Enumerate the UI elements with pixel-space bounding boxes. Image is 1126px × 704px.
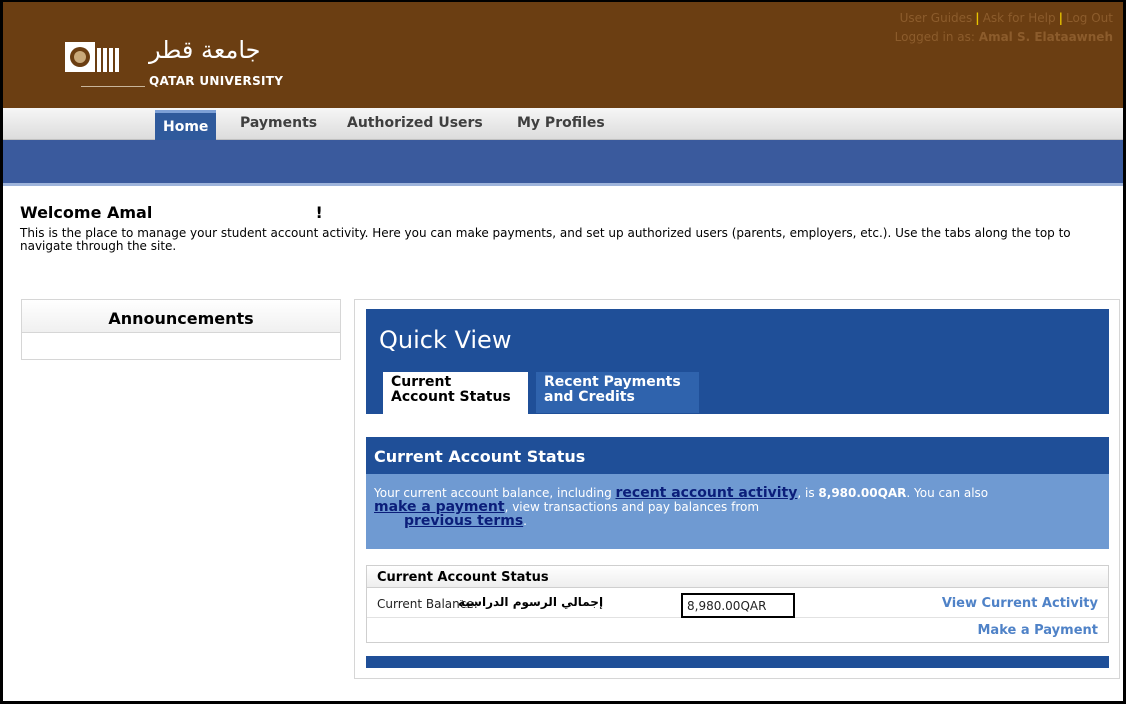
logged-in-user: Amal S. Elataawneh bbox=[978, 30, 1113, 44]
logo-english-text: QATAR UNIVERSITY bbox=[149, 74, 284, 88]
tab-label-line: Current bbox=[391, 374, 452, 390]
announcements-title: Announcements bbox=[22, 300, 340, 333]
quick-view-title: Quick View bbox=[379, 326, 512, 354]
current-balance-arabic: إجمالي الرسوم الدراسية bbox=[458, 595, 604, 609]
message-text: . bbox=[523, 514, 527, 528]
status-table: Current Account Status Current Balance: … bbox=[366, 565, 1109, 643]
tab-current-account-status[interactable]: Current Account Status bbox=[383, 372, 528, 414]
current-balance-value: 8,980.00QAR bbox=[681, 593, 795, 618]
quick-view-header: Quick View Current Account Status Recent… bbox=[366, 309, 1109, 414]
masked-name bbox=[157, 205, 310, 222]
tab-label-line: Account Status bbox=[391, 389, 511, 405]
tab-my-profiles[interactable]: My Profiles bbox=[517, 115, 605, 131]
separator: | bbox=[975, 11, 980, 25]
make-a-payment-link[interactable]: Make a Payment bbox=[977, 623, 1098, 638]
account-status-section: Current Account Status Your current acco… bbox=[366, 437, 1109, 549]
logo-arabic-text: جامعة قطر bbox=[149, 36, 261, 64]
sub-nav-bar bbox=[3, 140, 1123, 186]
log-out-link[interactable]: Log Out bbox=[1066, 11, 1113, 25]
university-emblem-icon bbox=[65, 42, 119, 72]
tab-home[interactable]: Home bbox=[155, 110, 217, 140]
previous-terms-link[interactable]: previous terms bbox=[404, 513, 523, 529]
welcome-greeting: Welcome Amal bbox=[20, 203, 153, 222]
balance-amount: 8,980.00QAR bbox=[818, 486, 907, 500]
tab-payments[interactable]: Payments bbox=[240, 115, 317, 131]
announcements-panel: Announcements bbox=[21, 299, 341, 360]
table-row: Current Balance: إجمالي الرسوم الدراسية … bbox=[367, 589, 1108, 618]
logged-in-label: Logged in as: bbox=[894, 30, 975, 44]
indent: previous terms. bbox=[374, 514, 527, 528]
welcome-exclaim: ! bbox=[315, 203, 323, 222]
user-guides-link[interactable]: User Guides bbox=[900, 11, 973, 25]
utility-links: User Guides | Ask for Help | Log Out Logged … bbox=[895, 9, 1113, 47]
tab-label-line: and Credits bbox=[544, 389, 635, 405]
separator: | bbox=[1058, 11, 1063, 25]
message-text: . You can also bbox=[906, 486, 989, 500]
tab-label-line: Recent Payments bbox=[544, 374, 681, 390]
recent-activity-link[interactable]: recent account activity bbox=[616, 485, 798, 501]
panel-footer-band bbox=[366, 656, 1109, 668]
site-header: جامعة قطر QATAR UNIVERSITY User Guides | A… bbox=[3, 2, 1123, 108]
tab-authorized-users[interactable]: Authorized Users bbox=[347, 115, 483, 131]
message-text: , is bbox=[797, 486, 819, 500]
account-status-heading: Current Account Status bbox=[366, 437, 1109, 474]
account-status-message: Your current account balance, including … bbox=[366, 474, 1109, 549]
tab-recent-payments[interactable]: Recent Payments and Credits bbox=[536, 372, 699, 413]
welcome-intro: This is the place to manage your student… bbox=[20, 226, 1071, 253]
message-text: , view transactions and pay balances fro… bbox=[504, 500, 760, 514]
view-current-activity-link[interactable]: View Current Activity bbox=[942, 596, 1098, 611]
welcome-heading: Welcome Amal ! bbox=[20, 203, 323, 222]
status-table-heading: Current Account Status bbox=[367, 566, 1108, 588]
logo-divider bbox=[81, 86, 145, 87]
main-nav: Home Payments Authorized Users My Profil… bbox=[3, 108, 1123, 140]
ask-for-help-link[interactable]: Ask for Help bbox=[983, 11, 1056, 25]
message-text: Your current account balance, including bbox=[374, 486, 616, 500]
qatar-university-logo[interactable]: جامعة قطر QATAR UNIVERSITY bbox=[65, 36, 310, 94]
